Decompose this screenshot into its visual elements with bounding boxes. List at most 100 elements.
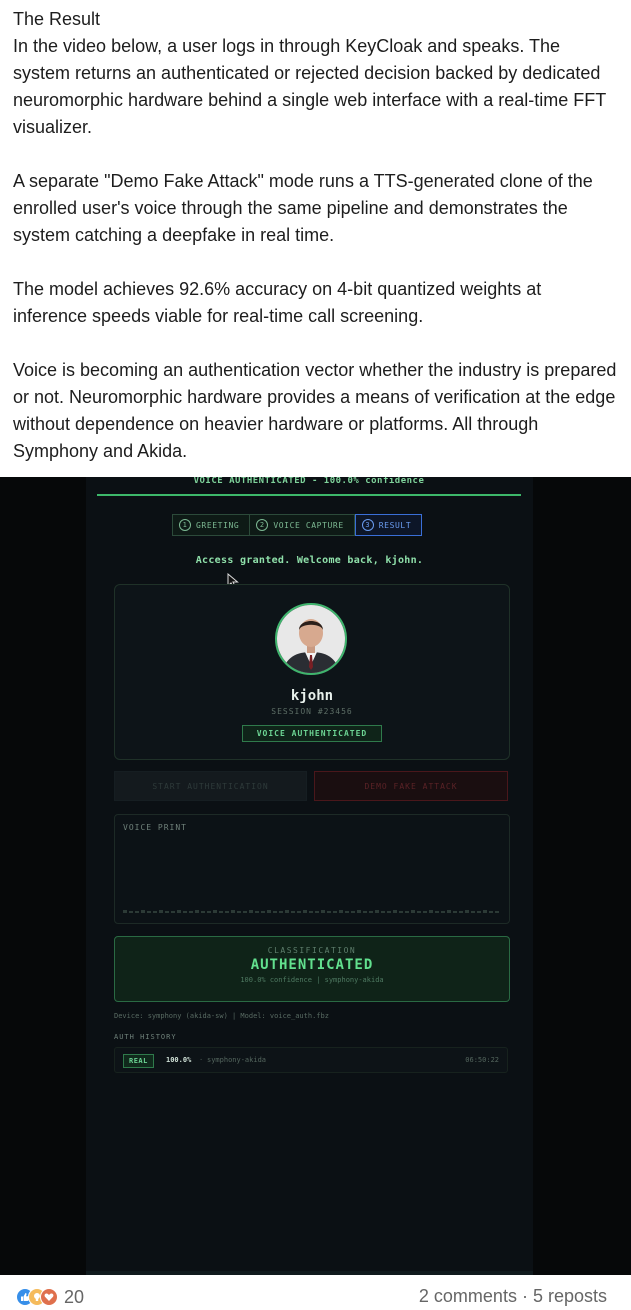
fft-bar [201, 911, 205, 913]
post-text: The Result In the video below, a user lo… [13, 6, 617, 492]
fft-bar [351, 911, 355, 913]
fft-bar [441, 911, 445, 913]
fft-bar [207, 911, 211, 913]
avatar [275, 603, 347, 675]
demo-fake-attack-button[interactable]: DEMO FAKE ATTACK [314, 771, 508, 801]
classification-panel: CLASSIFICATION AUTHENTICATED 100.0% conf… [114, 936, 510, 1002]
history-time: 06:50:22 [465, 1056, 499, 1064]
fft-bar [357, 910, 361, 913]
love-icon [40, 1288, 58, 1306]
fft-bar [363, 911, 367, 913]
fft-bar [375, 910, 379, 913]
post-paragraph-3: The model achieves 92.6% accuracy on 4-b… [13, 279, 542, 326]
fft-bar [423, 911, 427, 913]
history-separator: · [199, 1056, 204, 1064]
fft-bar [447, 910, 451, 913]
profile-card: kjohn SESSION #23456 VOICE AUTHENTICATED [114, 584, 510, 760]
classification-detail: 100.0% confidence | symphony-akida [240, 976, 384, 984]
fft-bar [489, 911, 493, 913]
fft-bar [147, 911, 151, 913]
fft-bar [297, 911, 301, 913]
fft-bar [453, 911, 457, 913]
fft-bar [345, 911, 349, 913]
session-id: SESSION #23456 [271, 707, 353, 716]
step-number: 1 [179, 519, 191, 531]
fft-bar [225, 911, 229, 913]
fft-bar [135, 911, 139, 913]
device-info: Device: symphony (akida-sw) | Model: voi… [114, 1012, 329, 1020]
video-progress-edge [86, 1271, 533, 1275]
start-authentication-button[interactable]: START AUTHENTICATION [114, 771, 307, 801]
username: kjohn [290, 688, 334, 704]
fft-bar [177, 910, 181, 913]
fft-bar [327, 911, 331, 913]
engagement-separator: · [521, 1286, 528, 1306]
fft-bar [159, 910, 163, 913]
fft-bar [303, 910, 307, 913]
history-device: symphony-akida [207, 1056, 267, 1064]
voice-auth-app: VOICE AUTHENTICATED - 100.0% confidence … [86, 477, 533, 1275]
fft-bar [477, 911, 481, 913]
voice-print-label: VOICE PRINT [123, 823, 187, 832]
fft-bar [189, 911, 193, 913]
fft-bar [471, 911, 475, 913]
post-footer: 20 2 comments · 5 reposts [0, 1282, 631, 1310]
video-player[interactable]: VOICE AUTHENTICATED - 100.0% confidence … [0, 477, 631, 1275]
fft-bar [213, 910, 217, 913]
fft-bar [411, 910, 415, 913]
fft-bar [405, 911, 409, 913]
fft-bar [165, 911, 169, 913]
fft-bar [285, 910, 289, 913]
fft-bar [141, 910, 145, 913]
fft-bar [195, 910, 199, 913]
voice-print-panel: VOICE PRINT [114, 814, 510, 924]
access-message: Access granted. Welcome back, kjohn. [195, 555, 424, 566]
fft-bar [333, 911, 337, 913]
fft-bar [129, 911, 133, 913]
post-paragraph-1: In the video below, a user logs in throu… [13, 36, 606, 137]
auth-history-title: AUTH HISTORY [114, 1033, 177, 1041]
status-banner: VOICE AUTHENTICATED - 100.0% confidence [97, 477, 521, 496]
post-title: The Result [13, 9, 101, 29]
engagement-stats: 2 comments · 5 reposts [419, 1286, 607, 1307]
fft-bar [399, 911, 403, 913]
step-indicator: 1 GREETING 2 VOICE CAPTURE 3 RESULT [172, 514, 423, 536]
fft-bar [417, 911, 421, 913]
history-tag: REAL [123, 1054, 154, 1068]
fft-bar [309, 911, 313, 913]
step-label: RESULT [378, 520, 412, 530]
fft-bar [369, 911, 373, 913]
step-result[interactable]: 3 RESULT [354, 514, 423, 536]
comments-link[interactable]: 2 comments [419, 1286, 517, 1307]
table-row: REAL 100.0% · symphony-akida 06:50:22 [114, 1047, 508, 1073]
reactions[interactable]: 20 [16, 1286, 84, 1308]
fft-bar [321, 910, 325, 913]
fft-bar [429, 910, 433, 913]
step-voice-capture[interactable]: 2 VOICE CAPTURE [250, 514, 355, 536]
fft-bar [279, 911, 283, 913]
fft-bar [465, 910, 469, 913]
fft-bar [219, 911, 223, 913]
fft-bar [249, 910, 253, 913]
fft-bar [339, 910, 343, 913]
fft-bar [261, 911, 265, 913]
fft-bar [123, 910, 127, 913]
fft-bar [459, 911, 463, 913]
step-greeting[interactable]: 1 GREETING [172, 514, 251, 536]
fft-bar [153, 911, 157, 913]
fft-bar [183, 911, 187, 913]
fft-bar [243, 911, 247, 913]
fft-bar [171, 911, 175, 913]
fft-bar [315, 911, 319, 913]
fft-bar [273, 911, 277, 913]
fft-bar [393, 910, 397, 913]
reposts-link[interactable]: 5 reposts [533, 1286, 607, 1307]
fft-bar [495, 911, 499, 913]
fft-bar [291, 911, 295, 913]
step-label: VOICE CAPTURE [273, 520, 344, 530]
classification-value: AUTHENTICATED [250, 957, 374, 973]
history-confidence: 100.0% [166, 1056, 192, 1064]
fft-bar [267, 910, 271, 913]
classification-label: CLASSIFICATION [267, 946, 357, 955]
step-number: 3 [361, 519, 374, 531]
